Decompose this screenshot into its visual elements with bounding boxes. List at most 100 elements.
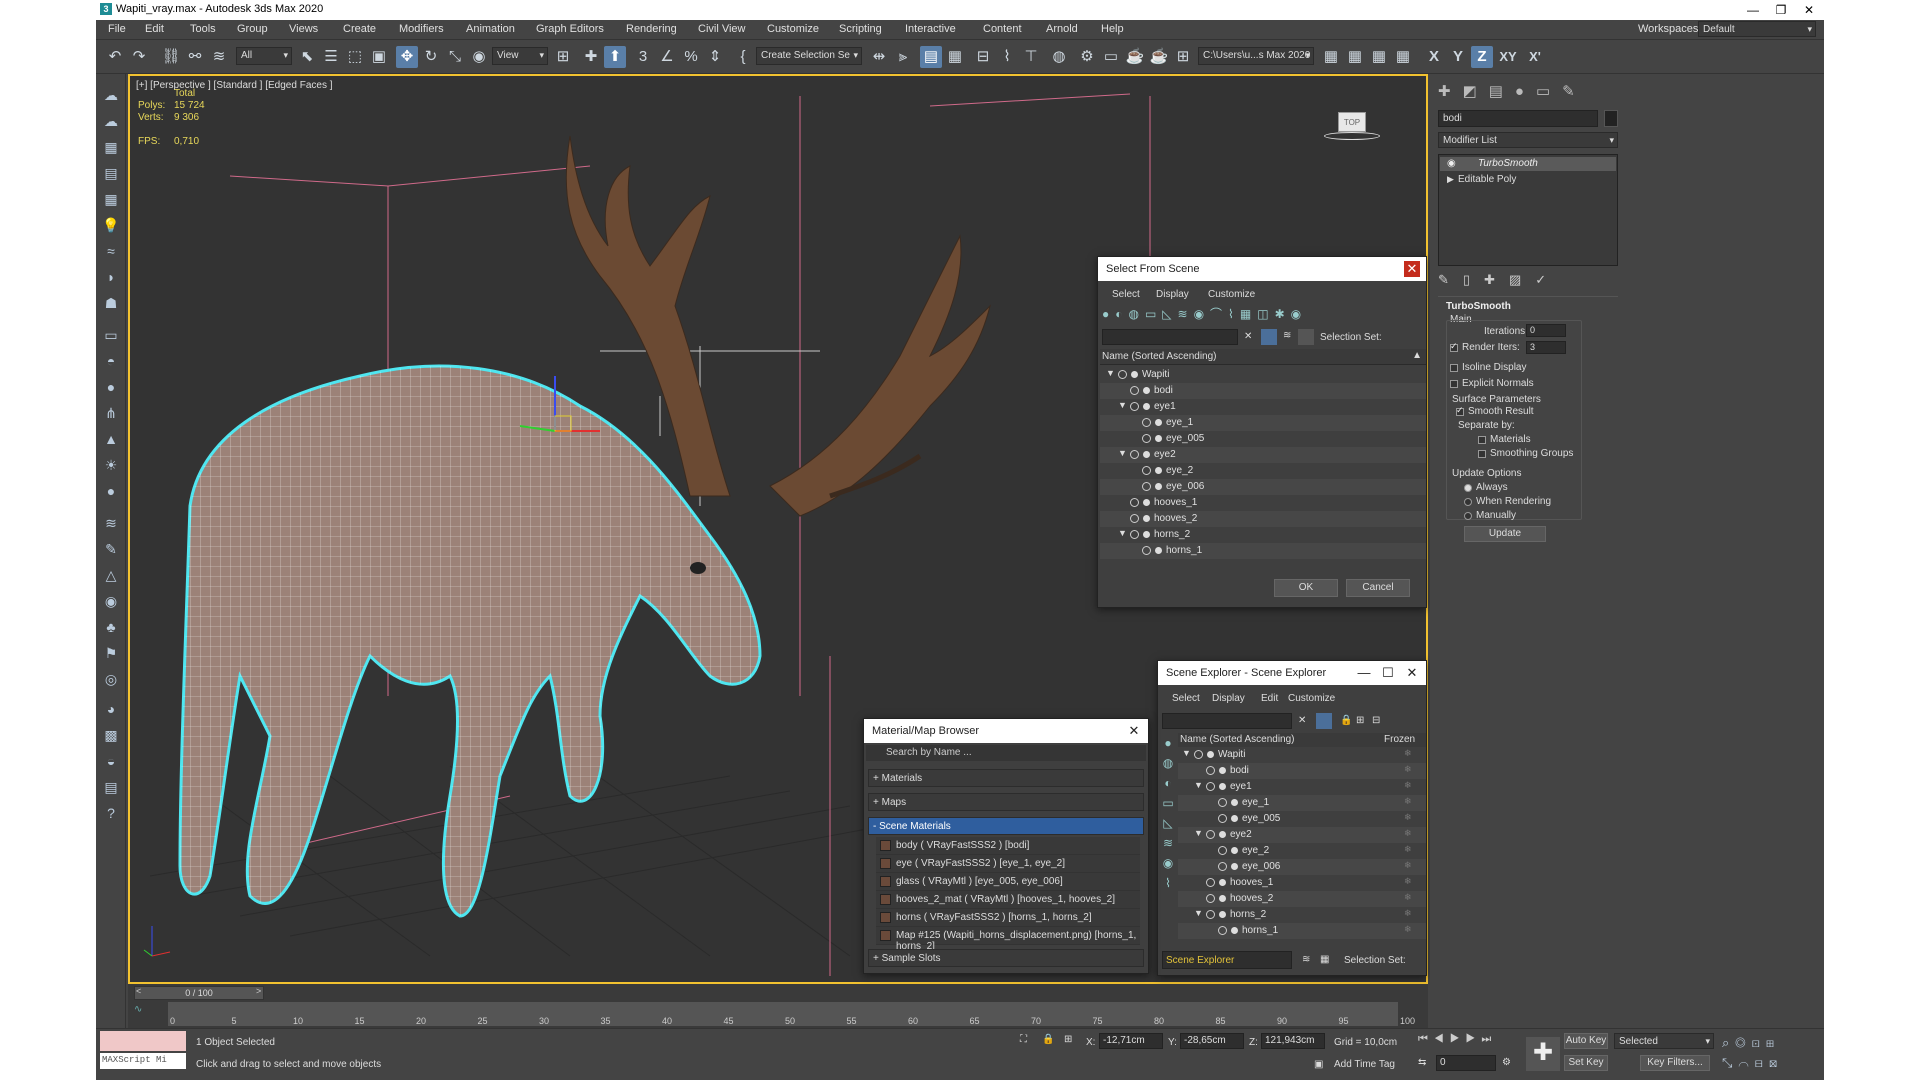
menu-rendering[interactable]: Rendering [626, 23, 677, 35]
visibility-eye-icon[interactable] [1130, 402, 1139, 411]
redo-icon[interactable]: ↷ [128, 46, 150, 68]
manually-radio[interactable] [1464, 512, 1472, 520]
isoline-checkbox[interactable] [1450, 364, 1458, 372]
stack-turbosmooth[interactable]: TurboSmooth [1440, 157, 1616, 171]
paint-icon[interactable]: ✎ [100, 538, 122, 560]
freeze-icon[interactable]: ❄ [1404, 828, 1412, 839]
sfs-filter-icons[interactable]: ●◐◍▭◺≋◉⌒⌇▦◫✱◉ [1102, 305, 1422, 325]
lock-selection-icon[interactable]: 🔒 [1042, 1034, 1054, 1045]
se-menu-edit[interactable]: Edit [1261, 693, 1278, 704]
mmb-close-icon[interactable]: ✕ [1126, 723, 1142, 739]
expand-arrow-icon[interactable]: ▼ [1194, 828, 1203, 838]
render-iters-checkbox[interactable] [1450, 341, 1458, 352]
scene-material-item[interactable]: body ( VRayFastSSS2 ) [bodi] [876, 837, 1140, 855]
time-config-icon[interactable]: ⇆ [1418, 1057, 1426, 1068]
visibility-eye-icon[interactable] [1218, 814, 1227, 823]
se-menu-select[interactable]: Select [1172, 693, 1200, 704]
triangle-icon[interactable]: △ [100, 564, 122, 586]
axis-x-button[interactable]: X [1423, 46, 1445, 68]
se-row[interactable]: eye_2 ❄ [1178, 843, 1426, 859]
rect-selection-icon[interactable]: ⬚ [344, 46, 366, 68]
visibility-eye-icon[interactable] [1130, 498, 1139, 507]
bind-space-warp-icon[interactable]: ≋ [208, 46, 230, 68]
wind-icon[interactable]: ≈ [100, 240, 122, 262]
freeze-icon[interactable]: ❄ [1404, 748, 1412, 759]
viewcube[interactable]: TOP [1320, 106, 1380, 142]
se-minimize-icon[interactable]: — [1356, 665, 1372, 681]
mmb-titlebar[interactable]: Material/Map Browser ✕ [864, 719, 1148, 743]
x-coordinate[interactable]: -12,71cm [1099, 1033, 1163, 1049]
iterations-spinner[interactable]: 0 [1526, 324, 1566, 337]
axis-y-button[interactable]: Y [1447, 46, 1469, 68]
se-close-icon[interactable]: ✕ [1404, 665, 1420, 681]
unlink-icon[interactable]: ⚯ [184, 46, 206, 68]
time-prev-icon[interactable]: < [136, 986, 141, 996]
box-icon[interactable]: ▭ [100, 324, 122, 346]
menu-help[interactable]: Help [1101, 23, 1124, 35]
when-rendering-radio[interactable] [1464, 498, 1472, 506]
sfs-selset-icon[interactable] [1298, 329, 1314, 345]
mmb-search-input[interactable]: Search by Name ... [866, 745, 1146, 761]
visibility-eye-icon[interactable] [1206, 878, 1215, 887]
render-iterative-icon[interactable]: ☕ [1148, 46, 1170, 68]
se-search-input[interactable] [1162, 713, 1292, 729]
select-manipulate-icon[interactable]: ✚ [580, 46, 602, 68]
stack-editable-poly[interactable]: Editable Poly [1440, 173, 1616, 187]
se-row[interactable]: bodi ❄ [1178, 763, 1426, 779]
percent-snap-icon[interactable]: % [680, 46, 702, 68]
menu-graph-editors[interactable]: Graph Editors [536, 23, 604, 35]
layer-explorer-icon[interactable]: ▦ [944, 46, 966, 68]
table-icon[interactable]: ▦ [100, 188, 122, 210]
expand-arrow-icon[interactable]: ▼ [1194, 780, 1203, 790]
freeze-icon[interactable]: ❄ [1404, 780, 1412, 791]
project-save-icon[interactable]: ▦ [1392, 46, 1414, 68]
sun-icon[interactable]: ☀ [100, 454, 122, 476]
visibility-eye-icon[interactable] [1206, 894, 1215, 903]
se-maximize-icon[interactable]: ☐ [1380, 665, 1396, 681]
help-icon[interactable]: ? [100, 802, 122, 824]
add-time-tag[interactable]: Add Time Tag [1334, 1059, 1395, 1070]
dome-icon[interactable]: ◓ [100, 350, 122, 372]
se-hierarchy-icon[interactable]: ⊞ [1356, 715, 1364, 726]
se-row[interactable]: horns_1 ❄ [1178, 923, 1426, 939]
menu-create[interactable]: Create [343, 23, 376, 35]
menu-modifiers[interactable]: Modifiers [399, 23, 444, 35]
visibility-eye-icon[interactable] [1142, 482, 1151, 491]
axis-xy-button[interactable]: XY [1495, 46, 1521, 68]
visibility-eye-icon[interactable] [1194, 750, 1203, 759]
se-row[interactable]: hooves_1 ❄ [1178, 875, 1426, 891]
visibility-eye-icon[interactable] [1130, 386, 1139, 395]
freeze-icon[interactable]: ❄ [1404, 812, 1412, 823]
expand-arrow-icon[interactable]: ▼ [1106, 368, 1115, 378]
smoothing-groups-checkbox[interactable] [1478, 450, 1486, 458]
cloud-icon[interactable]: ☁ [100, 110, 122, 132]
se-filter-icon[interactable] [1316, 713, 1332, 729]
se-selset-icon[interactable]: ▦ [1320, 954, 1329, 965]
people-icon[interactable]: ☗ [100, 292, 122, 314]
render-sphere-icon[interactable]: ◒ [100, 750, 122, 772]
menu-file[interactable]: File [108, 23, 126, 35]
link-icon[interactable]: ⛓ [160, 46, 182, 68]
sfs-search-input[interactable] [1102, 329, 1238, 345]
expand-arrow-icon[interactable]: ▼ [1118, 400, 1127, 410]
sfs-ok-button[interactable]: OK [1274, 579, 1338, 597]
time-settings-icon[interactable]: ⚙ [1502, 1057, 1511, 1068]
viewcube-face[interactable]: TOP [1338, 112, 1366, 132]
freeze-icon[interactable]: ❄ [1404, 796, 1412, 807]
se-column-header[interactable]: Name (Sorted Ascending) Frozen [1178, 733, 1426, 747]
freeze-icon[interactable]: ❄ [1404, 844, 1412, 855]
visibility-eye-icon[interactable] [1118, 370, 1127, 379]
expand-arrow-icon[interactable]: ▼ [1182, 748, 1191, 758]
project-path-dropdown[interactable]: C:\Users\u...s Max 2020 [1198, 47, 1314, 65]
sound-icon[interactable]: ◗ [100, 266, 122, 288]
scene-material-item[interactable]: eye ( VRayFastSSS2 ) [eye_1, eye_2] [876, 855, 1140, 873]
shell-icon[interactable]: ◎ [100, 668, 122, 690]
menu-group[interactable]: Group [237, 23, 268, 35]
visibility-eye-icon[interactable] [1218, 798, 1227, 807]
sfs-row[interactable]: eye_005 [1100, 431, 1426, 447]
scene-material-item[interactable]: glass ( VRayMtl ) [eye_005, eye_006] [876, 873, 1140, 891]
menu-civil-view[interactable]: Civil View [698, 23, 745, 35]
schematic-view-icon[interactable]: ⊤ [1020, 46, 1042, 68]
key-filters-button[interactable]: Key Filters... [1640, 1055, 1710, 1071]
blue-sphere-icon[interactable]: ◕ [100, 698, 122, 720]
